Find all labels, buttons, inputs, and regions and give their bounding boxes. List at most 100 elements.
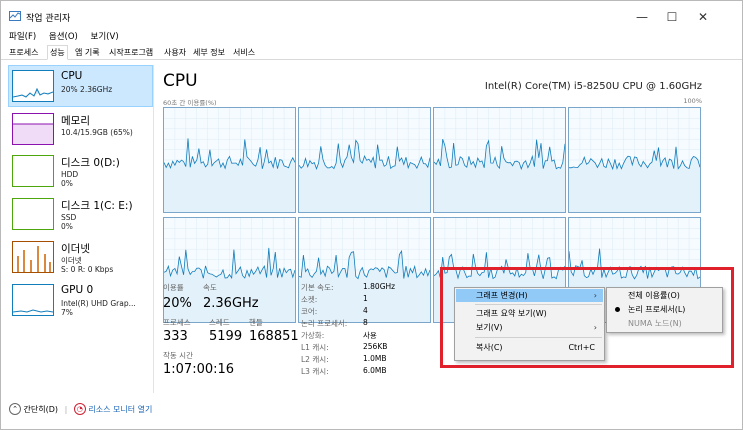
sidebar-item-sub: 10.4/15.9GB (65%) — [61, 128, 133, 137]
menu-item-label: 그래프 요약 보기(W) — [476, 309, 547, 318]
spec-value: 1 — [363, 294, 368, 303]
menu-item-label: 전체 이용률(O) — [628, 291, 680, 300]
menu-item-change-graph[interactable]: 그래프 변경(H) › — [456, 289, 603, 302]
menu-item-label: 복사(C) — [476, 343, 503, 352]
cpu-thumbnail — [12, 70, 54, 102]
sidebar-item-title: 디스크 0(D:) — [61, 157, 120, 169]
menu-file[interactable]: 파일(F) — [9, 32, 36, 42]
submenu-item-logical[interactable]: 논리 프로세서(L) — [608, 303, 721, 316]
core-graph — [163, 107, 296, 213]
core-graph — [298, 107, 431, 213]
sidebar-item-title: 메모리 — [61, 115, 90, 127]
close-button[interactable]: ✕ — [683, 7, 723, 27]
resource-sidebar: CPU 20% 2.36GHz 메모리 10.4/15.9GB (65%) 디스… — [8, 65, 154, 393]
submenu-item-numa: NUMA 노드(N) — [608, 317, 721, 330]
utilization-value: 20% — [163, 296, 192, 311]
core-graph — [568, 107, 701, 213]
sidebar-item-cpu[interactable]: CPU 20% 2.36GHz — [8, 65, 153, 107]
menu-separator — [475, 304, 602, 305]
sidebar-item-gpu[interactable]: GPU 0 Intel(R) UHD Grap... 7% — [9, 280, 152, 320]
task-manager-icon — [9, 11, 21, 21]
sidebar-item-sub: 20% 2.36GHz — [61, 85, 113, 94]
menu-item-label: 보기(V) — [476, 323, 503, 332]
spec-key: 논리 프로세서: — [301, 319, 348, 328]
spec-key: 가상화: — [301, 331, 325, 340]
sidebar-item-sub: SSD — [61, 213, 77, 222]
tab-services[interactable]: 서비스 — [231, 46, 257, 59]
uptime-value: 1:07:00:16 — [163, 362, 235, 377]
spec-key: L3 캐시: — [301, 367, 329, 376]
collapse-button[interactable]: ⌃ 간단히(D) — [9, 403, 61, 415]
uptime-label: 작동 시간 — [163, 351, 193, 360]
tab-startup[interactable]: 시작프로그램 — [107, 46, 155, 59]
radio-bullet-icon — [615, 307, 620, 312]
resource-monitor-icon: ◔ — [73, 403, 86, 415]
tab-details[interactable]: 세부 정보 — [191, 46, 227, 59]
ethernet-thumbnail — [12, 241, 54, 273]
spec-value: 사용 — [363, 331, 377, 340]
window-title: 작업 관리자 — [26, 14, 71, 24]
sidebar-item-sub2: S: 0 R: 0 Kbps — [61, 265, 114, 274]
sidebar-item-sub2: 0% — [61, 179, 73, 188]
core-graph — [433, 107, 566, 213]
processes-label: 프로세스 — [163, 318, 191, 327]
menu-item-view[interactable]: 보기(V) › — [456, 321, 603, 334]
graph-submenu: 전체 이용률(O) 논리 프로세서(L) NUMA 노드(N) — [606, 287, 723, 333]
sidebar-item-title: CPU — [61, 70, 83, 82]
chevron-right-icon: › — [593, 291, 597, 300]
menu-item-label: 논리 프로세서(L) — [628, 305, 686, 314]
handles-label: 핸들 — [249, 318, 263, 327]
spec-value: 256KB — [363, 342, 388, 351]
tab-app-history[interactable]: 앱 기록 — [73, 46, 102, 59]
tab-users[interactable]: 사용자 — [162, 46, 188, 59]
menu-item-shortcut: Ctrl+C — [568, 343, 595, 352]
resource-monitor-label: 리소스 모니터 열기 — [88, 404, 153, 414]
spec-key: 코어: — [301, 307, 318, 316]
tab-performance[interactable]: 성능 — [47, 45, 68, 60]
menu-item-label: NUMA 노드(N) — [628, 319, 682, 328]
spec-value: 4 — [363, 306, 368, 315]
sidebar-item-disk0[interactable]: 디스크 0(D:) HDD 0% — [9, 151, 152, 191]
tab-processes[interactable]: 프로세스 — [7, 46, 40, 59]
footer-bar: ⌃ 간단히(D) | ◔ 리소스 모니터 열기 — [9, 403, 152, 415]
menu-options[interactable]: 옵션(O) — [49, 32, 78, 42]
gpu-thumbnail — [12, 284, 54, 316]
sidebar-item-sub2: 0% — [61, 222, 73, 231]
sidebar-item-ethernet[interactable]: 이더넷 이더넷 S: 0 R: 0 Kbps — [9, 237, 152, 277]
menu-item-copy[interactable]: 복사(C) Ctrl+C — [456, 341, 603, 354]
menu-item-summary-view[interactable]: 그래프 요약 보기(W) — [456, 307, 603, 320]
menu-separator — [475, 337, 602, 338]
sidebar-item-disk1[interactable]: 디스크 1(C: E:) SSD 0% — [9, 194, 152, 234]
sidebar-item-title: 이더넷 — [61, 243, 90, 255]
spec-value: 8 — [363, 318, 368, 327]
sidebar-item-sub: 이더넷 — [61, 256, 82, 265]
spec-key: 기본 속도: — [301, 283, 334, 292]
sidebar-item-memory[interactable]: 메모리 10.4/15.9GB (65%) — [9, 109, 152, 149]
handles-value: 168851 — [249, 329, 299, 344]
page-title: CPU — [163, 71, 198, 91]
chevron-right-icon: › — [593, 323, 597, 332]
chevron-up-icon: ⌃ — [9, 403, 21, 415]
disk0-thumbnail — [12, 155, 54, 187]
submenu-item-overall[interactable]: 전체 이용률(O) — [608, 289, 721, 302]
menu-item-label: 그래프 변경(H) — [476, 291, 528, 300]
collapse-label: 간단히(D) — [23, 404, 59, 414]
speed-label: 속도 — [203, 283, 217, 292]
threads-value: 5199 — [209, 329, 243, 344]
spec-value: 1.80GHz — [363, 282, 396, 291]
context-menu: 그래프 변경(H) › 그래프 요약 보기(W) 보기(V) › 복사(C) C… — [454, 287, 605, 361]
spec-value: 1.0MB — [363, 354, 387, 363]
menu-view[interactable]: 보기(V) — [91, 32, 119, 42]
sidebar-item-sub: HDD — [61, 170, 79, 179]
title-bar: 작업 관리자 — ☐ ✕ — [1, 1, 742, 31]
open-resource-monitor-link[interactable]: ◔ 리소스 모니터 열기 — [73, 403, 153, 415]
utilization-label: 이용률 — [163, 283, 184, 292]
tab-bar: 프로세스 성능 앱 기록 시작프로그램 사용자 세부 정보 서비스 — [1, 45, 742, 60]
menu-bar: 파일(F) 옵션(O) 보기(V) — [9, 30, 129, 42]
disk1-thumbnail — [12, 198, 54, 230]
speed-value: 2.36GHz — [203, 296, 259, 311]
sidebar-item-sub: Intel(R) UHD Grap... — [61, 299, 136, 308]
spec-value: 6.0MB — [363, 366, 387, 375]
sidebar-item-title: GPU 0 — [61, 284, 94, 296]
graph-caption: 60초 간 이용률(%) — [163, 99, 217, 107]
